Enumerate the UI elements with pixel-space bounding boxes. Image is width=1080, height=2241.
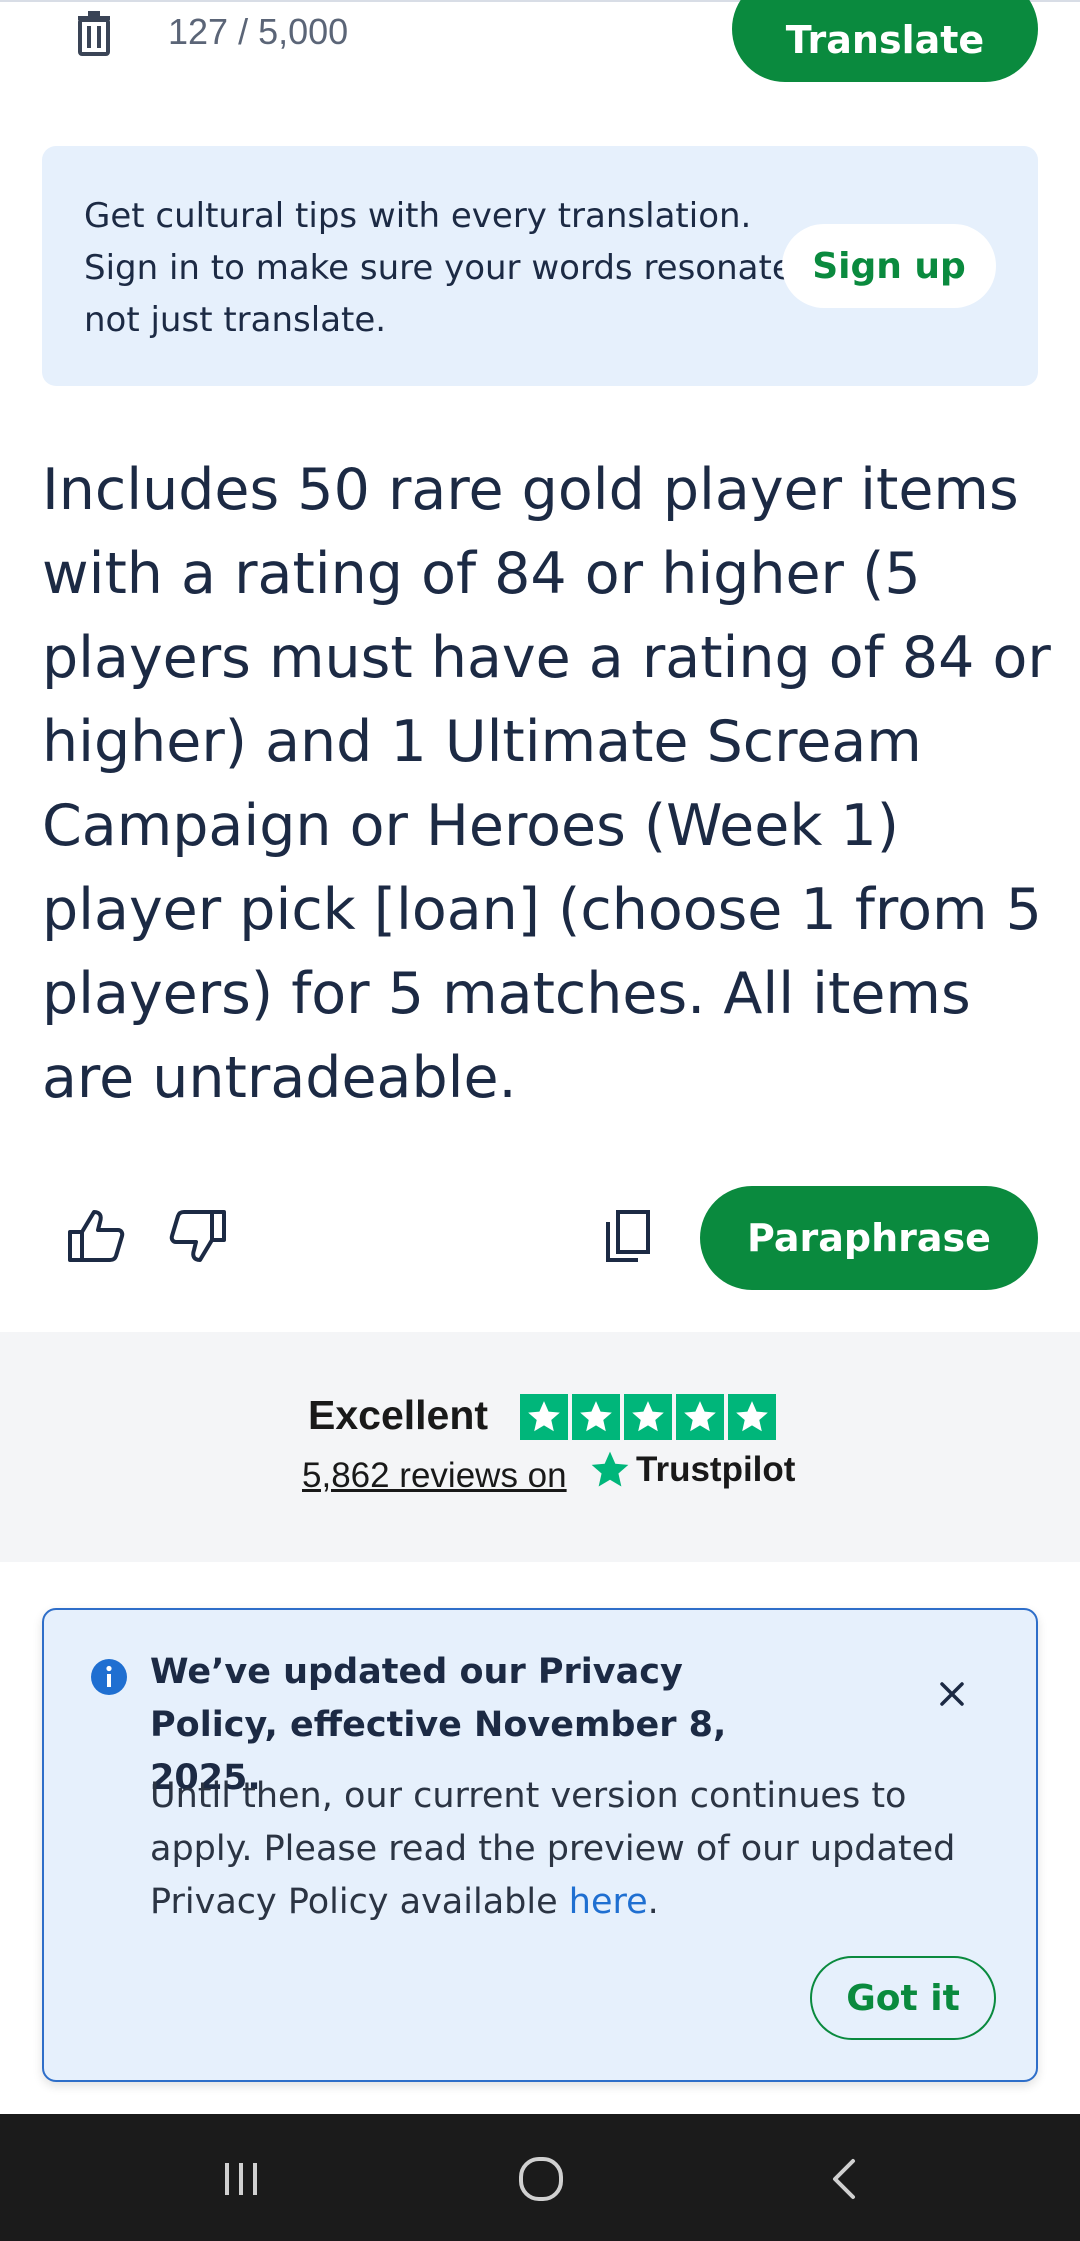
copy-icon[interactable]: [596, 1204, 660, 1268]
trustpilot-reviews-link[interactable]: 5,862 reviews on: [302, 1456, 567, 1496]
character-count: 127 / 5,000: [168, 11, 349, 52]
back-icon[interactable]: [810, 2144, 880, 2214]
trustpilot-star-icon: [591, 1451, 629, 1487]
trustpilot-rating-label: Excellent: [308, 1392, 489, 1438]
cultural-tips-banner: Get cultural tips with every translation…: [42, 146, 1038, 386]
home-icon[interactable]: [506, 2144, 576, 2214]
info-icon: [90, 1658, 128, 1696]
input-toolbar: 127 / 5,000 Translate: [0, 0, 1080, 90]
trustpilot-stars: [520, 1394, 776, 1440]
sign-up-button[interactable]: Sign up: [782, 224, 996, 308]
privacy-notice-body-text: Until then, our current version continue…: [150, 1776, 956, 1922]
trash-icon[interactable]: [70, 8, 118, 56]
translation-output: Includes 50 rare gold player items with …: [42, 457, 1051, 1111]
trustpilot-widget[interactable]: Excellent 5,862 reviews on Trustpilot: [0, 1332, 1080, 1562]
got-it-button[interactable]: Got it: [810, 1956, 996, 2040]
star-icon: [572, 1394, 620, 1440]
star-icon: [624, 1394, 672, 1440]
star-icon: [728, 1394, 776, 1440]
cultural-tips-text: Get cultural tips with every translation…: [84, 196, 804, 340]
privacy-policy-link[interactable]: here: [569, 1882, 648, 1922]
trustpilot-logo: Trustpilot: [588, 1448, 795, 1492]
privacy-notice-body-end: .: [647, 1882, 659, 1922]
privacy-notice: We’ve updated our Privacy Policy, effect…: [42, 1608, 1038, 2082]
thumbs-down-icon[interactable]: [166, 1204, 230, 1268]
recents-icon[interactable]: [206, 2144, 276, 2214]
thumbs-up-icon[interactable]: [64, 1204, 128, 1268]
paraphrase-button[interactable]: Paraphrase: [700, 1186, 1038, 1290]
close-icon[interactable]: [932, 1674, 972, 1714]
star-icon: [676, 1394, 724, 1440]
android-nav-bar: [0, 2114, 1080, 2241]
trustpilot-brand: Trustpilot: [636, 1450, 796, 1489]
privacy-notice-body: Until then, our current version continue…: [150, 1770, 1010, 1929]
star-icon: [520, 1394, 568, 1440]
translate-button[interactable]: Translate: [732, 0, 1038, 82]
